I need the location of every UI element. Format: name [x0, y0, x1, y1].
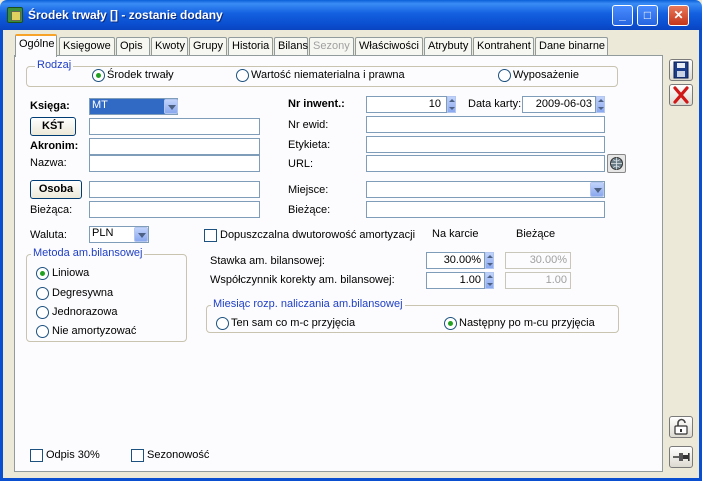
app-icon — [7, 7, 23, 23]
url-input[interactable] — [366, 155, 605, 172]
padlock-icon — [674, 418, 688, 435]
window-title: Środek trwały [] - zostanie dodany — [28, 8, 223, 22]
kst-button[interactable]: KŚT — [30, 117, 76, 136]
tab-sezony[interactable]: Sezony — [309, 37, 354, 56]
data-karty-input[interactable]: 2009-06-03 — [522, 96, 596, 113]
stawka-karta-input[interactable]: 30.00% — [426, 252, 485, 269]
odpis-checkbox[interactable] — [30, 449, 43, 462]
unlock-button[interactable] — [669, 416, 693, 438]
radio-srodek-trwaly[interactable] — [92, 69, 105, 82]
radio-nastepny[interactable] — [444, 317, 457, 330]
url-open-button[interactable] — [607, 154, 626, 173]
pin-icon — [673, 453, 690, 461]
radio-wyposazenie[interactable] — [498, 69, 511, 82]
akronim-label: Akronim: — [30, 140, 79, 152]
kst-field[interactable] — [89, 118, 260, 135]
radio-jednorazowa-label: Jednorazowa — [52, 306, 118, 318]
tab-kontrahent[interactable]: Kontrahent — [473, 37, 534, 56]
akronim-input[interactable] — [89, 138, 260, 155]
miejsce-label: Miejsce: — [288, 184, 329, 196]
miejsce-select[interactable] — [366, 181, 605, 198]
data-karty-label: Data karty: — [468, 98, 522, 110]
radio-liniowa-label: Liniowa — [52, 267, 90, 279]
metoda-legend: Metoda am.bilansowej — [31, 247, 145, 259]
biezace-header: Bieżące — [516, 228, 556, 240]
rodzaj-legend: Rodzaj — [35, 59, 74, 71]
maximize-button[interactable]: □ — [637, 5, 658, 26]
radio-degresywna[interactable] — [36, 287, 49, 300]
radio-degresywna-label: Degresywna — [52, 287, 114, 299]
radio-wartosc-niematerialna[interactable] — [236, 69, 249, 82]
na-karcie-header: Na karcie — [432, 228, 479, 240]
tab-ogolne[interactable]: Ogólne — [15, 34, 57, 57]
data-karty-spinner[interactable] — [596, 96, 605, 113]
close-button[interactable]: ✕ — [668, 5, 689, 26]
radio-ten-sam-label: Ten sam co m-c przyjęcia — [231, 317, 356, 329]
url-label: URL: — [288, 158, 314, 170]
radio-nastepny-label: Następny po m-cu przyjęcia — [459, 317, 595, 329]
wspolczynnik-label: Współczynnik korekty am. bilansowej: — [210, 274, 395, 286]
tab-ksiegowe[interactable]: Księgowe — [59, 37, 115, 56]
title-bar: Środek trwały [] - zostanie dodany _ □ ✕ — [0, 0, 702, 30]
nr-inwent-input[interactable]: 10 — [366, 96, 447, 113]
stawka-karta-spinner[interactable] — [485, 252, 494, 269]
sezonowosc-label: Sezonowość — [147, 449, 210, 461]
miesiac-legend: Miesiąc rozp. naliczania am.bilansowej — [211, 298, 405, 310]
radio-jednorazowa[interactable] — [36, 306, 49, 319]
osoba-field[interactable] — [89, 181, 260, 198]
radio-ten-sam[interactable] — [216, 317, 229, 330]
close-x-icon — [673, 86, 689, 104]
nr-ewid-label: Nr ewid: — [288, 119, 329, 131]
wspolczynnik-karta-input[interactable]: 1.00 — [426, 272, 485, 289]
save-button[interactable] — [669, 59, 693, 81]
minimize-button[interactable]: _ — [612, 5, 633, 26]
tab-wlasciwosci[interactable]: Właściwości — [355, 37, 423, 56]
wspolczynnik-karta-spinner[interactable] — [485, 272, 494, 289]
osoba-button[interactable]: Osoba — [30, 180, 82, 199]
waluta-dropdown-icon[interactable] — [134, 227, 148, 242]
tab-atrybuty[interactable]: Atrybuty — [424, 37, 472, 56]
tab-opis[interactable]: Opis — [116, 37, 150, 56]
radio-liniowa[interactable] — [36, 267, 49, 280]
radio-wartosc-niematerialna-label: Wartość niematerialna i prawna — [251, 69, 405, 81]
radio-nie-amortyzowac-label: Nie amortyzować — [52, 325, 137, 337]
dwutorowosc-label: Dopuszczalna dwutorowość amortyzacji — [220, 229, 416, 241]
biezace-label: Bieżące: — [288, 204, 331, 216]
etykieta-label: Etykieta: — [288, 139, 331, 151]
floppy-icon — [673, 61, 689, 79]
radio-wyposazenie-label: Wyposażenie — [513, 69, 579, 81]
biezaca-label: Bieżąca: — [30, 204, 73, 216]
tab-bilans[interactable]: Bilans — [274, 37, 308, 56]
etykieta-input[interactable] — [366, 136, 605, 153]
wspolczynnik-biezace-field: 1.00 — [505, 272, 571, 289]
tab-dane-binarne[interactable]: Dane binarne — [535, 37, 608, 56]
ksiega-dropdown-icon[interactable] — [164, 99, 178, 114]
tab-grupy[interactable]: Grupy — [189, 37, 227, 56]
sezonowosc-checkbox[interactable] — [131, 449, 144, 462]
radio-srodek-trwaly-label: Środek trwały — [107, 69, 174, 81]
tab-kwoty[interactable]: Kwoty — [151, 37, 188, 56]
dwutorowosc-checkbox[interactable] — [204, 229, 217, 242]
biezaca-field[interactable] — [89, 201, 260, 218]
nazwa-label: Nazwa: — [30, 157, 67, 169]
nr-inwent-label: Nr inwent.: — [288, 98, 345, 110]
odpis-label: Odpis 30% — [46, 449, 100, 461]
globe-icon — [610, 157, 623, 170]
ksiega-label: Księga: — [30, 100, 70, 112]
pin-button[interactable] — [669, 446, 693, 468]
waluta-label: Waluta: — [30, 229, 67, 241]
radio-nie-amortyzowac[interactable] — [36, 325, 49, 338]
miejsce-dropdown-icon[interactable] — [590, 182, 604, 197]
tab-historia[interactable]: Historia — [228, 37, 273, 56]
nr-ewid-input[interactable] — [366, 116, 605, 133]
biezace-field[interactable] — [366, 201, 605, 218]
nr-inwent-spinner[interactable] — [447, 96, 456, 113]
nazwa-input[interactable] — [89, 155, 260, 172]
stawka-biezace-field: 30.00% — [505, 252, 571, 269]
stawka-label: Stawka am. bilansowej: — [210, 255, 325, 267]
cancel-button[interactable] — [669, 84, 693, 106]
